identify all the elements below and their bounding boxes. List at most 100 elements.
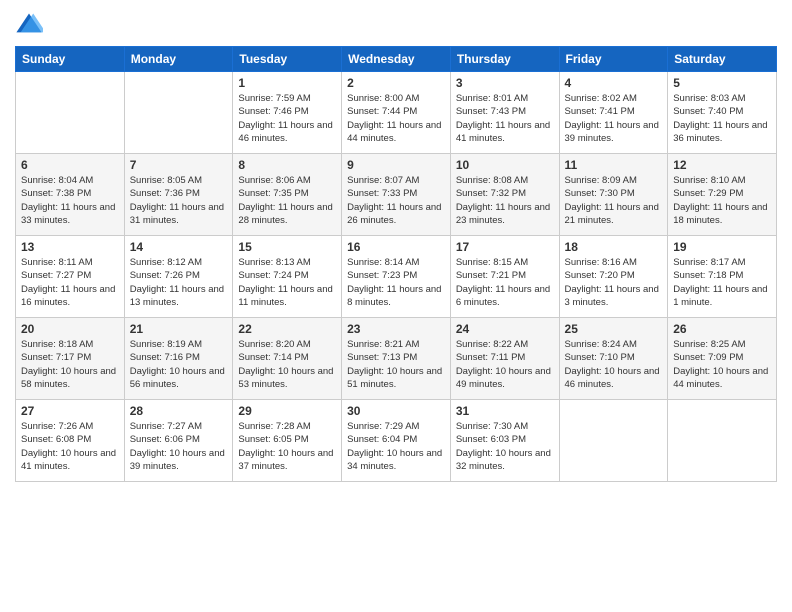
day-number: 13 xyxy=(21,240,119,254)
calendar-cell: 8 Sunrise: 8:06 AM Sunset: 7:35 PM Daylig… xyxy=(233,154,342,236)
day-info: Sunrise: 8:20 AM Sunset: 7:14 PM Dayligh… xyxy=(238,338,336,391)
day-info: Sunrise: 7:26 AM Sunset: 6:08 PM Dayligh… xyxy=(21,420,119,473)
week-row-2: 6 Sunrise: 8:04 AM Sunset: 7:38 PM Daylig… xyxy=(16,154,777,236)
calendar-cell: 10 Sunrise: 8:08 AM Sunset: 7:32 PM Dayli… xyxy=(450,154,559,236)
week-row-5: 27 Sunrise: 7:26 AM Sunset: 6:08 PM Dayli… xyxy=(16,400,777,482)
day-info: Sunrise: 7:29 AM Sunset: 6:04 PM Dayligh… xyxy=(347,420,445,473)
day-number: 29 xyxy=(238,404,336,418)
day-info: Sunrise: 8:21 AM Sunset: 7:13 PM Dayligh… xyxy=(347,338,445,391)
header xyxy=(15,10,777,38)
calendar-cell: 20 Sunrise: 8:18 AM Sunset: 7:17 PM Dayli… xyxy=(16,318,125,400)
day-info: Sunrise: 8:14 AM Sunset: 7:23 PM Dayligh… xyxy=(347,256,445,309)
weekday-header-row: SundayMondayTuesdayWednesdayThursdayFrid… xyxy=(16,47,777,72)
day-info: Sunrise: 8:25 AM Sunset: 7:09 PM Dayligh… xyxy=(673,338,771,391)
calendar-cell: 12Sunrise: 8:10 AM Sunset: 7:29 PM Dayli… xyxy=(668,154,777,236)
day-info: Sunrise: 8:18 AM Sunset: 7:17 PM Dayligh… xyxy=(21,338,119,391)
day-number: 16 xyxy=(347,240,445,254)
calendar-cell xyxy=(16,72,125,154)
weekday-header-friday: Friday xyxy=(559,47,668,72)
day-number: 2 xyxy=(347,76,445,90)
day-number: 26 xyxy=(673,322,771,336)
day-number: 17 xyxy=(456,240,554,254)
calendar-cell: 2Sunrise: 8:00 AM Sunset: 7:44 PM Daylig… xyxy=(342,72,451,154)
calendar-cell: 26 Sunrise: 8:25 AM Sunset: 7:09 PM Dayli… xyxy=(668,318,777,400)
logo xyxy=(15,10,47,38)
day-number: 7 xyxy=(130,158,228,172)
day-number: 24 xyxy=(456,322,554,336)
calendar-cell: 19Sunrise: 8:17 AM Sunset: 7:18 PM Dayli… xyxy=(668,236,777,318)
day-info: Sunrise: 8:08 AM Sunset: 7:32 PM Dayligh… xyxy=(456,174,554,227)
day-number: 20 xyxy=(21,322,119,336)
calendar-cell: 30 Sunrise: 7:29 AM Sunset: 6:04 PM Dayli… xyxy=(342,400,451,482)
calendar-cell: 7Sunrise: 8:05 AM Sunset: 7:36 PM Daylig… xyxy=(124,154,233,236)
calendar-cell: 22 Sunrise: 8:20 AM Sunset: 7:14 PM Dayli… xyxy=(233,318,342,400)
day-number: 28 xyxy=(130,404,228,418)
day-info: Sunrise: 7:27 AM Sunset: 6:06 PM Dayligh… xyxy=(130,420,228,473)
day-number: 10 xyxy=(456,158,554,172)
day-info: Sunrise: 8:16 AM Sunset: 7:20 PM Dayligh… xyxy=(565,256,663,309)
calendar-cell xyxy=(668,400,777,482)
calendar-cell: 25 Sunrise: 8:24 AM Sunset: 7:10 PM Dayli… xyxy=(559,318,668,400)
calendar-cell xyxy=(124,72,233,154)
day-info: Sunrise: 8:07 AM Sunset: 7:33 PM Dayligh… xyxy=(347,174,445,227)
day-number: 23 xyxy=(347,322,445,336)
day-info: Sunrise: 8:06 AM Sunset: 7:35 PM Dayligh… xyxy=(238,174,336,227)
day-number: 6 xyxy=(21,158,119,172)
calendar-cell: 4Sunrise: 8:02 AM Sunset: 7:41 PM Daylig… xyxy=(559,72,668,154)
calendar-cell: 11 Sunrise: 8:09 AM Sunset: 7:30 PM Dayli… xyxy=(559,154,668,236)
day-number: 30 xyxy=(347,404,445,418)
day-number: 11 xyxy=(565,158,663,172)
calendar-cell: 16 Sunrise: 8:14 AM Sunset: 7:23 PM Dayli… xyxy=(342,236,451,318)
day-info: Sunrise: 8:09 AM Sunset: 7:30 PM Dayligh… xyxy=(565,174,663,227)
day-number: 15 xyxy=(238,240,336,254)
day-info: Sunrise: 8:03 AM Sunset: 7:40 PM Dayligh… xyxy=(673,92,771,145)
calendar-cell: 1 Sunrise: 7:59 AM Sunset: 7:46 PM Daylig… xyxy=(233,72,342,154)
day-info: Sunrise: 8:13 AM Sunset: 7:24 PM Dayligh… xyxy=(238,256,336,309)
day-info: Sunrise: 8:24 AM Sunset: 7:10 PM Dayligh… xyxy=(565,338,663,391)
day-info: Sunrise: 7:59 AM Sunset: 7:46 PM Dayligh… xyxy=(238,92,336,145)
day-info: Sunrise: 8:15 AM Sunset: 7:21 PM Dayligh… xyxy=(456,256,554,309)
day-info: Sunrise: 8:17 AM Sunset: 7:18 PM Dayligh… xyxy=(673,256,771,309)
day-number: 27 xyxy=(21,404,119,418)
day-number: 4 xyxy=(565,76,663,90)
day-number: 22 xyxy=(238,322,336,336)
calendar-cell: 31 Sunrise: 7:30 AM Sunset: 6:03 PM Dayli… xyxy=(450,400,559,482)
day-info: Sunrise: 8:12 AM Sunset: 7:26 PM Dayligh… xyxy=(130,256,228,309)
calendar-cell: 21 Sunrise: 8:19 AM Sunset: 7:16 PM Dayli… xyxy=(124,318,233,400)
page: SundayMondayTuesdayWednesdayThursdayFrid… xyxy=(0,0,792,612)
weekday-header-thursday: Thursday xyxy=(450,47,559,72)
day-number: 5 xyxy=(673,76,771,90)
day-number: 18 xyxy=(565,240,663,254)
day-info: Sunrise: 8:19 AM Sunset: 7:16 PM Dayligh… xyxy=(130,338,228,391)
day-number: 25 xyxy=(565,322,663,336)
calendar-cell: 14 Sunrise: 8:12 AM Sunset: 7:26 PM Dayli… xyxy=(124,236,233,318)
day-number: 21 xyxy=(130,322,228,336)
week-row-4: 20 Sunrise: 8:18 AM Sunset: 7:17 PM Dayli… xyxy=(16,318,777,400)
weekday-header-saturday: Saturday xyxy=(668,47,777,72)
calendar-cell: 29Sunrise: 7:28 AM Sunset: 6:05 PM Dayli… xyxy=(233,400,342,482)
calendar-cell: 24Sunrise: 8:22 AM Sunset: 7:11 PM Dayli… xyxy=(450,318,559,400)
weekday-header-wednesday: Wednesday xyxy=(342,47,451,72)
calendar-cell: 9 Sunrise: 8:07 AM Sunset: 7:33 PM Daylig… xyxy=(342,154,451,236)
weekday-header-sunday: Sunday xyxy=(16,47,125,72)
calendar-cell: 18 Sunrise: 8:16 AM Sunset: 7:20 PM Dayli… xyxy=(559,236,668,318)
calendar-cell: 23 Sunrise: 8:21 AM Sunset: 7:13 PM Dayli… xyxy=(342,318,451,400)
calendar-cell: 28 Sunrise: 7:27 AM Sunset: 6:06 PM Dayli… xyxy=(124,400,233,482)
calendar-cell: 5 Sunrise: 8:03 AM Sunset: 7:40 PM Daylig… xyxy=(668,72,777,154)
day-info: Sunrise: 8:01 AM Sunset: 7:43 PM Dayligh… xyxy=(456,92,554,145)
calendar-cell: 17 Sunrise: 8:15 AM Sunset: 7:21 PM Dayli… xyxy=(450,236,559,318)
calendar-cell: 6 Sunrise: 8:04 AM Sunset: 7:38 PM Daylig… xyxy=(16,154,125,236)
day-info: Sunrise: 8:11 AM Sunset: 7:27 PM Dayligh… xyxy=(21,256,119,309)
week-row-1: 1 Sunrise: 7:59 AM Sunset: 7:46 PM Daylig… xyxy=(16,72,777,154)
day-number: 14 xyxy=(130,240,228,254)
calendar-cell: 3Sunrise: 8:01 AM Sunset: 7:43 PM Daylig… xyxy=(450,72,559,154)
calendar-cell: 15 Sunrise: 8:13 AM Sunset: 7:24 PM Dayli… xyxy=(233,236,342,318)
week-row-3: 13 Sunrise: 8:11 AM Sunset: 7:27 PM Dayli… xyxy=(16,236,777,318)
day-number: 1 xyxy=(238,76,336,90)
weekday-header-tuesday: Tuesday xyxy=(233,47,342,72)
day-number: 9 xyxy=(347,158,445,172)
day-info: Sunrise: 8:04 AM Sunset: 7:38 PM Dayligh… xyxy=(21,174,119,227)
day-number: 31 xyxy=(456,404,554,418)
day-number: 8 xyxy=(238,158,336,172)
day-info: Sunrise: 7:30 AM Sunset: 6:03 PM Dayligh… xyxy=(456,420,554,473)
